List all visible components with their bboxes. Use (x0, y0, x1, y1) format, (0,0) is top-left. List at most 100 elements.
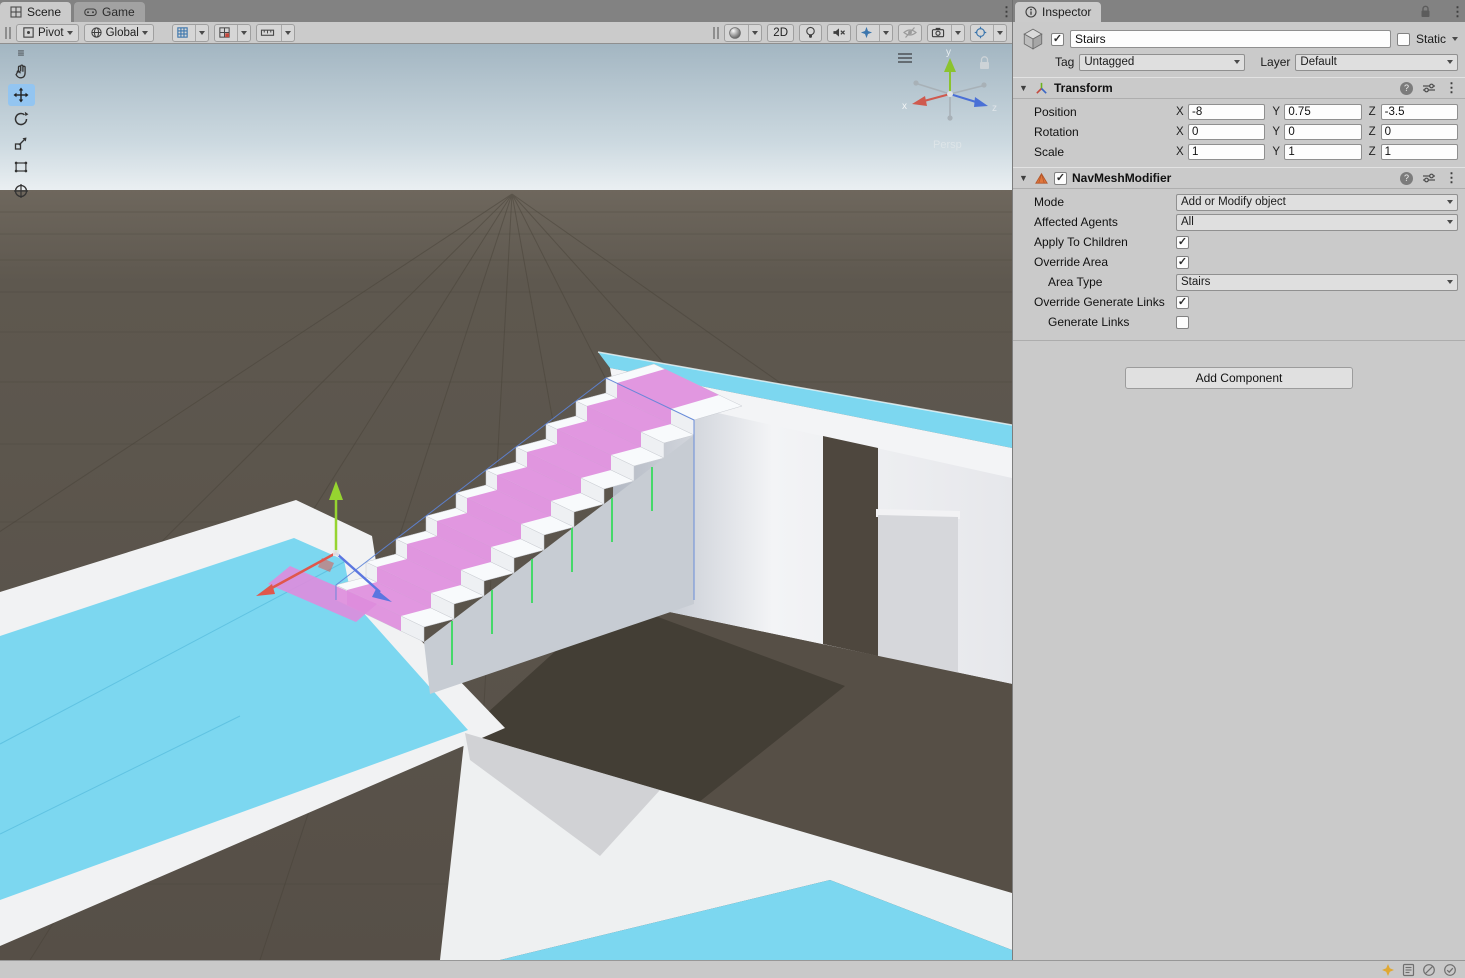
gameobject-active-checkbox[interactable]: ✓ (1051, 33, 1064, 46)
rotation-x-field[interactable]: 0 (1188, 124, 1265, 140)
transform-title: Transform (1054, 81, 1113, 95)
position-z-label[interactable]: Z (1369, 106, 1378, 118)
gizmos-button[interactable] (970, 24, 1007, 42)
navmesh-component-header[interactable]: ▼ ✓ NavMeshModifier ? ⋮ (1013, 167, 1465, 189)
navmesh-menu-icon[interactable]: ⋮ (1445, 170, 1458, 186)
navmesh-enabled-checkbox[interactable]: ✓ (1054, 172, 1067, 185)
affected-agents-label[interactable]: Affected Agents (1013, 215, 1176, 229)
transform-foldout-icon[interactable]: ▼ (1019, 83, 1029, 93)
navmesh-presets-icon[interactable] (1422, 172, 1436, 184)
grid-caret-icon[interactable] (195, 25, 208, 41)
hidden-objects-toggle-button[interactable] (898, 24, 922, 42)
static-checkbox[interactable] (1397, 33, 1410, 46)
lock-icon[interactable] (1420, 5, 1431, 18)
position-z-field[interactable]: -3.5 (1381, 104, 1458, 120)
snap-increment-button[interactable] (256, 24, 295, 42)
affected-agents-dropdown[interactable]: All (1176, 214, 1458, 231)
add-component-button[interactable]: Add Component (1125, 367, 1353, 389)
toolbar-drag-handle[interactable] (5, 27, 11, 39)
override-area-checkbox[interactable]: ✓ (1176, 256, 1189, 269)
global-mode-button[interactable]: Global (84, 24, 154, 42)
override-generate-links-label[interactable]: Override Generate Links (1013, 295, 1176, 309)
activity-indicator-icon[interactable] (1381, 963, 1395, 977)
position-y-field[interactable]: 0.75 (1284, 104, 1361, 120)
scale-tool-button[interactable] (8, 132, 35, 154)
mode-dropdown[interactable]: Add or Modify object (1176, 194, 1458, 211)
2d-toggle-button[interactable]: 2D (767, 24, 794, 42)
gizmos-caret-icon[interactable] (993, 25, 1006, 41)
generate-links-checkbox[interactable] (1176, 316, 1189, 329)
gameobject-name-input[interactable] (1070, 30, 1391, 48)
hand-tool-button[interactable] (8, 60, 35, 82)
camera-settings-button[interactable] (927, 24, 965, 42)
pivot-icon (22, 26, 35, 39)
scale-label[interactable]: Scale (1013, 145, 1176, 159)
scale-z-field[interactable]: 1 (1381, 144, 1458, 160)
tag-dropdown[interactable]: Untagged (1079, 54, 1245, 71)
scale-y-label[interactable]: Y (1272, 146, 1281, 158)
transform-menu-icon[interactable]: ⋮ (1445, 80, 1458, 96)
tab-inspector[interactable]: Inspector (1015, 2, 1101, 22)
transform-help-icon[interactable]: ? (1400, 82, 1413, 95)
lighting-toggle-button[interactable] (799, 24, 822, 42)
position-y-label[interactable]: Y (1272, 106, 1281, 118)
projection-label[interactable]: Persp (933, 139, 962, 151)
console-ok-icon[interactable] (1443, 963, 1457, 977)
navmesh-foldout-icon[interactable]: ▼ (1019, 173, 1029, 183)
tools-overlay-handle[interactable]: ≡ (17, 48, 24, 58)
doorway-gap (823, 436, 878, 656)
generate-links-label[interactable]: Generate Links (1013, 315, 1176, 329)
rotation-x-label[interactable]: X (1176, 126, 1185, 138)
eye-slash-icon (903, 26, 917, 39)
rotation-y-field[interactable]: 0 (1284, 124, 1361, 140)
apply-to-children-checkbox[interactable]: ✓ (1176, 236, 1189, 249)
move-tool-button[interactable] (8, 84, 35, 106)
inspector-panel-menu-icon[interactable]: ⋮ (1451, 4, 1464, 20)
rect-tool-button[interactable] (8, 156, 35, 178)
position-x-label[interactable]: X (1176, 106, 1185, 118)
override-generate-links-checkbox[interactable]: ✓ (1176, 296, 1189, 309)
scene-viewport[interactable]: y x z Persp ≡ (0, 44, 1012, 960)
toolbar-right-drag-handle[interactable] (713, 27, 719, 39)
scale-z-label[interactable]: Z (1369, 146, 1378, 158)
transform-component-header[interactable]: ▼ Transform ? ⋮ (1013, 77, 1465, 99)
mode-label[interactable]: Mode (1013, 195, 1176, 209)
grid-icon (173, 25, 192, 41)
tab-game[interactable]: Game (74, 2, 145, 22)
area-type-dropdown[interactable]: Stairs (1176, 274, 1458, 291)
apply-to-children-label[interactable]: Apply To Children (1013, 235, 1176, 249)
rotate-tool-button[interactable] (8, 108, 35, 130)
rotation-y-label[interactable]: Y (1272, 126, 1281, 138)
layer-dropdown[interactable]: Default (1295, 54, 1458, 71)
position-x-field[interactable]: -8 (1188, 104, 1265, 120)
camera-caret-icon[interactable] (951, 25, 964, 41)
navmesh-help-icon[interactable]: ? (1400, 172, 1413, 185)
grid-snap-button[interactable] (214, 24, 251, 42)
console-log-icon[interactable] (1402, 963, 1415, 977)
position-label[interactable]: Position (1013, 105, 1176, 119)
audio-toggle-button[interactable] (827, 24, 851, 42)
grid-snap-caret-icon[interactable] (237, 25, 250, 41)
area-type-label[interactable]: Area Type (1013, 275, 1176, 289)
static-caret-icon[interactable] (1452, 37, 1458, 41)
draw-mode-button[interactable] (724, 24, 762, 42)
rotation-z-field[interactable]: 0 (1381, 124, 1458, 140)
console-warning-icon[interactable] (1422, 963, 1436, 977)
override-area-label[interactable]: Override Area (1013, 255, 1176, 269)
scale-x-field[interactable]: 1 (1188, 144, 1265, 160)
transform-presets-icon[interactable] (1422, 82, 1436, 94)
scale-y-field[interactable]: 1 (1284, 144, 1361, 160)
grid-visibility-button[interactable] (172, 24, 209, 42)
draw-mode-caret-icon[interactable] (748, 25, 761, 41)
snap-increment-caret-icon[interactable] (281, 25, 294, 41)
scene-render[interactable]: y x z Persp (0, 44, 1012, 960)
move-gizmo-center[interactable] (333, 550, 339, 556)
rotation-z-label[interactable]: Z (1369, 126, 1378, 138)
effects-toggle-button[interactable] (856, 24, 893, 42)
transform-tool-button[interactable] (8, 180, 35, 202)
rotation-label[interactable]: Rotation (1013, 125, 1176, 139)
scale-x-label[interactable]: X (1176, 146, 1185, 158)
pivot-mode-button[interactable]: Pivot (16, 24, 79, 42)
tab-scene[interactable]: Scene (0, 2, 71, 22)
effects-caret-icon[interactable] (879, 25, 892, 41)
